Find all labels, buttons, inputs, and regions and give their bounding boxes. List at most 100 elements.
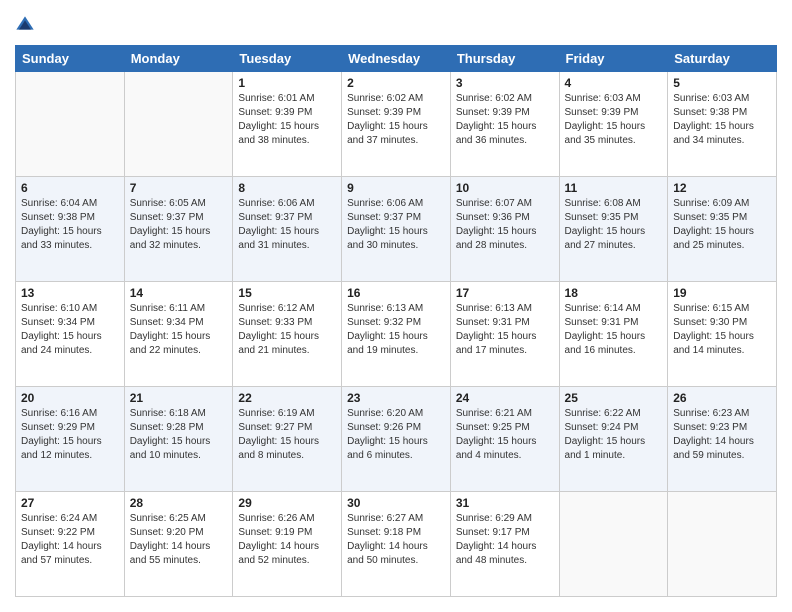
day-info: Sunrise: 6:27 AMSunset: 9:18 PMDaylight:… (347, 512, 445, 568)
day-number: 26 (673, 391, 771, 405)
day-info: Sunrise: 6:24 AMSunset: 9:22 PMDaylight:… (21, 512, 119, 568)
day-cell: 22Sunrise: 6:19 AMSunset: 9:27 PMDayligh… (233, 387, 342, 492)
day-cell: 10Sunrise: 6:07 AMSunset: 9:36 PMDayligh… (450, 177, 559, 282)
day-cell (668, 492, 777, 597)
day-number: 25 (565, 391, 663, 405)
day-number: 22 (238, 391, 336, 405)
day-number: 4 (565, 76, 663, 90)
logo (15, 15, 37, 35)
day-cell: 16 Sunrise: 6:13 AMSunset: 9:32 PMDayligh… (342, 282, 451, 387)
col-header-saturday: Saturday (668, 46, 777, 72)
day-number: 23 (347, 391, 445, 405)
day-info: Sunrise: 6:25 AMSunset: 9:20 PMDaylight:… (130, 512, 228, 568)
col-header-tuesday: Tuesday (233, 46, 342, 72)
day-cell: 15 Sunrise: 6:12 AMSunset: 9:33 PMDayligh… (233, 282, 342, 387)
day-cell: 13Sunrise: 6:10 AMSunset: 9:34 PMDayligh… (16, 282, 125, 387)
day-cell: 2 Sunrise: 6:02 AMSunset: 9:39 PMDaylight… (342, 72, 451, 177)
day-cell (124, 72, 233, 177)
calendar-table: SundayMondayTuesdayWednesdayThursdayFrid… (15, 45, 777, 597)
day-cell: 6 Sunrise: 6:04 AMSunset: 9:38 PMDaylight… (16, 177, 125, 282)
week-row-4: 20 Sunrise: 6:16 AMSunset: 9:29 PMDayligh… (16, 387, 777, 492)
logo-icon (15, 15, 35, 35)
day-cell (559, 492, 668, 597)
day-number: 5 (673, 76, 771, 90)
day-cell: 17 Sunrise: 6:13 AMSunset: 9:31 PMDayligh… (450, 282, 559, 387)
day-number: 21 (130, 391, 228, 405)
day-cell: 8 Sunrise: 6:06 AMSunset: 9:37 PMDaylight… (233, 177, 342, 282)
day-info: Sunrise: 6:04 AMSunset: 9:38 PMDaylight:… (21, 197, 119, 253)
header (15, 15, 777, 35)
day-info: Sunrise: 6:01 AMSunset: 9:39 PMDaylight:… (238, 92, 336, 148)
day-info: Sunrise: 6:07 AMSunset: 9:36 PMDaylight:… (456, 197, 554, 253)
day-cell: 14Sunrise: 6:11 AMSunset: 9:34 PMDayligh… (124, 282, 233, 387)
day-cell: 30 Sunrise: 6:27 AMSunset: 9:18 PMDayligh… (342, 492, 451, 597)
day-info: Sunrise: 6:06 AMSunset: 9:37 PMDaylight:… (238, 197, 336, 253)
day-cell: 27Sunrise: 6:24 AMSunset: 9:22 PMDayligh… (16, 492, 125, 597)
day-info: Sunrise: 6:23 AMSunset: 9:23 PMDaylight:… (673, 407, 771, 463)
day-cell: 29Sunrise: 6:26 AMSunset: 9:19 PMDayligh… (233, 492, 342, 597)
day-number: 19 (673, 286, 771, 300)
day-cell: 11 Sunrise: 6:08 AMSunset: 9:35 PMDayligh… (559, 177, 668, 282)
day-info: Sunrise: 6:02 AMSunset: 9:39 PMDaylight:… (456, 92, 554, 148)
day-info: Sunrise: 6:03 AMSunset: 9:39 PMDaylight:… (565, 92, 663, 148)
day-info: Sunrise: 6:10 AMSunset: 9:34 PMDaylight:… (21, 302, 119, 358)
day-cell: 18 Sunrise: 6:14 AMSunset: 9:31 PMDayligh… (559, 282, 668, 387)
day-cell (16, 72, 125, 177)
day-number: 11 (565, 181, 663, 195)
col-header-thursday: Thursday (450, 46, 559, 72)
day-info: Sunrise: 6:05 AMSunset: 9:37 PMDaylight:… (130, 197, 228, 253)
day-cell: 7 Sunrise: 6:05 AMSunset: 9:37 PMDaylight… (124, 177, 233, 282)
day-info: Sunrise: 6:13 AMSunset: 9:31 PMDaylight:… (456, 302, 554, 358)
col-header-wednesday: Wednesday (342, 46, 451, 72)
week-row-1: 1 Sunrise: 6:01 AMSunset: 9:39 PMDaylight… (16, 72, 777, 177)
day-number: 17 (456, 286, 554, 300)
day-info: Sunrise: 6:06 AMSunset: 9:37 PMDaylight:… (347, 197, 445, 253)
week-row-5: 27Sunrise: 6:24 AMSunset: 9:22 PMDayligh… (16, 492, 777, 597)
day-info: Sunrise: 6:03 AMSunset: 9:38 PMDaylight:… (673, 92, 771, 148)
week-row-3: 13Sunrise: 6:10 AMSunset: 9:34 PMDayligh… (16, 282, 777, 387)
day-number: 16 (347, 286, 445, 300)
day-number: 6 (21, 181, 119, 195)
day-info: Sunrise: 6:02 AMSunset: 9:39 PMDaylight:… (347, 92, 445, 148)
col-header-friday: Friday (559, 46, 668, 72)
day-number: 1 (238, 76, 336, 90)
day-info: Sunrise: 6:16 AMSunset: 9:29 PMDaylight:… (21, 407, 119, 463)
week-row-2: 6 Sunrise: 6:04 AMSunset: 9:38 PMDaylight… (16, 177, 777, 282)
header-row: SundayMondayTuesdayWednesdayThursdayFrid… (16, 46, 777, 72)
day-number: 3 (456, 76, 554, 90)
day-cell: 3 Sunrise: 6:02 AMSunset: 9:39 PMDaylight… (450, 72, 559, 177)
day-info: Sunrise: 6:08 AMSunset: 9:35 PMDaylight:… (565, 197, 663, 253)
day-number: 2 (347, 76, 445, 90)
day-info: Sunrise: 6:14 AMSunset: 9:31 PMDaylight:… (565, 302, 663, 358)
day-number: 30 (347, 496, 445, 510)
day-number: 15 (238, 286, 336, 300)
day-cell: 25 Sunrise: 6:22 AMSunset: 9:24 PMDayligh… (559, 387, 668, 492)
day-cell: 21 Sunrise: 6:18 AMSunset: 9:28 PMDayligh… (124, 387, 233, 492)
col-header-sunday: Sunday (16, 46, 125, 72)
day-number: 20 (21, 391, 119, 405)
day-number: 7 (130, 181, 228, 195)
day-number: 8 (238, 181, 336, 195)
day-info: Sunrise: 6:29 AMSunset: 9:17 PMDaylight:… (456, 512, 554, 568)
day-cell: 12Sunrise: 6:09 AMSunset: 9:35 PMDayligh… (668, 177, 777, 282)
day-number: 14 (130, 286, 228, 300)
day-info: Sunrise: 6:20 AMSunset: 9:26 PMDaylight:… (347, 407, 445, 463)
day-cell: 23 Sunrise: 6:20 AMSunset: 9:26 PMDayligh… (342, 387, 451, 492)
day-cell: 20 Sunrise: 6:16 AMSunset: 9:29 PMDayligh… (16, 387, 125, 492)
day-info: Sunrise: 6:18 AMSunset: 9:28 PMDaylight:… (130, 407, 228, 463)
day-info: Sunrise: 6:09 AMSunset: 9:35 PMDaylight:… (673, 197, 771, 253)
day-number: 18 (565, 286, 663, 300)
page: SundayMondayTuesdayWednesdayThursdayFrid… (0, 0, 792, 612)
day-cell: 28Sunrise: 6:25 AMSunset: 9:20 PMDayligh… (124, 492, 233, 597)
day-info: Sunrise: 6:13 AMSunset: 9:32 PMDaylight:… (347, 302, 445, 358)
day-info: Sunrise: 6:22 AMSunset: 9:24 PMDaylight:… (565, 407, 663, 463)
col-header-monday: Monday (124, 46, 233, 72)
day-cell: 26 Sunrise: 6:23 AMSunset: 9:23 PMDayligh… (668, 387, 777, 492)
day-info: Sunrise: 6:12 AMSunset: 9:33 PMDaylight:… (238, 302, 336, 358)
day-number: 31 (456, 496, 554, 510)
day-cell: 31 Sunrise: 6:29 AMSunset: 9:17 PMDayligh… (450, 492, 559, 597)
day-cell: 5 Sunrise: 6:03 AMSunset: 9:38 PMDaylight… (668, 72, 777, 177)
day-cell: 1 Sunrise: 6:01 AMSunset: 9:39 PMDaylight… (233, 72, 342, 177)
day-number: 24 (456, 391, 554, 405)
day-cell: 4 Sunrise: 6:03 AMSunset: 9:39 PMDaylight… (559, 72, 668, 177)
